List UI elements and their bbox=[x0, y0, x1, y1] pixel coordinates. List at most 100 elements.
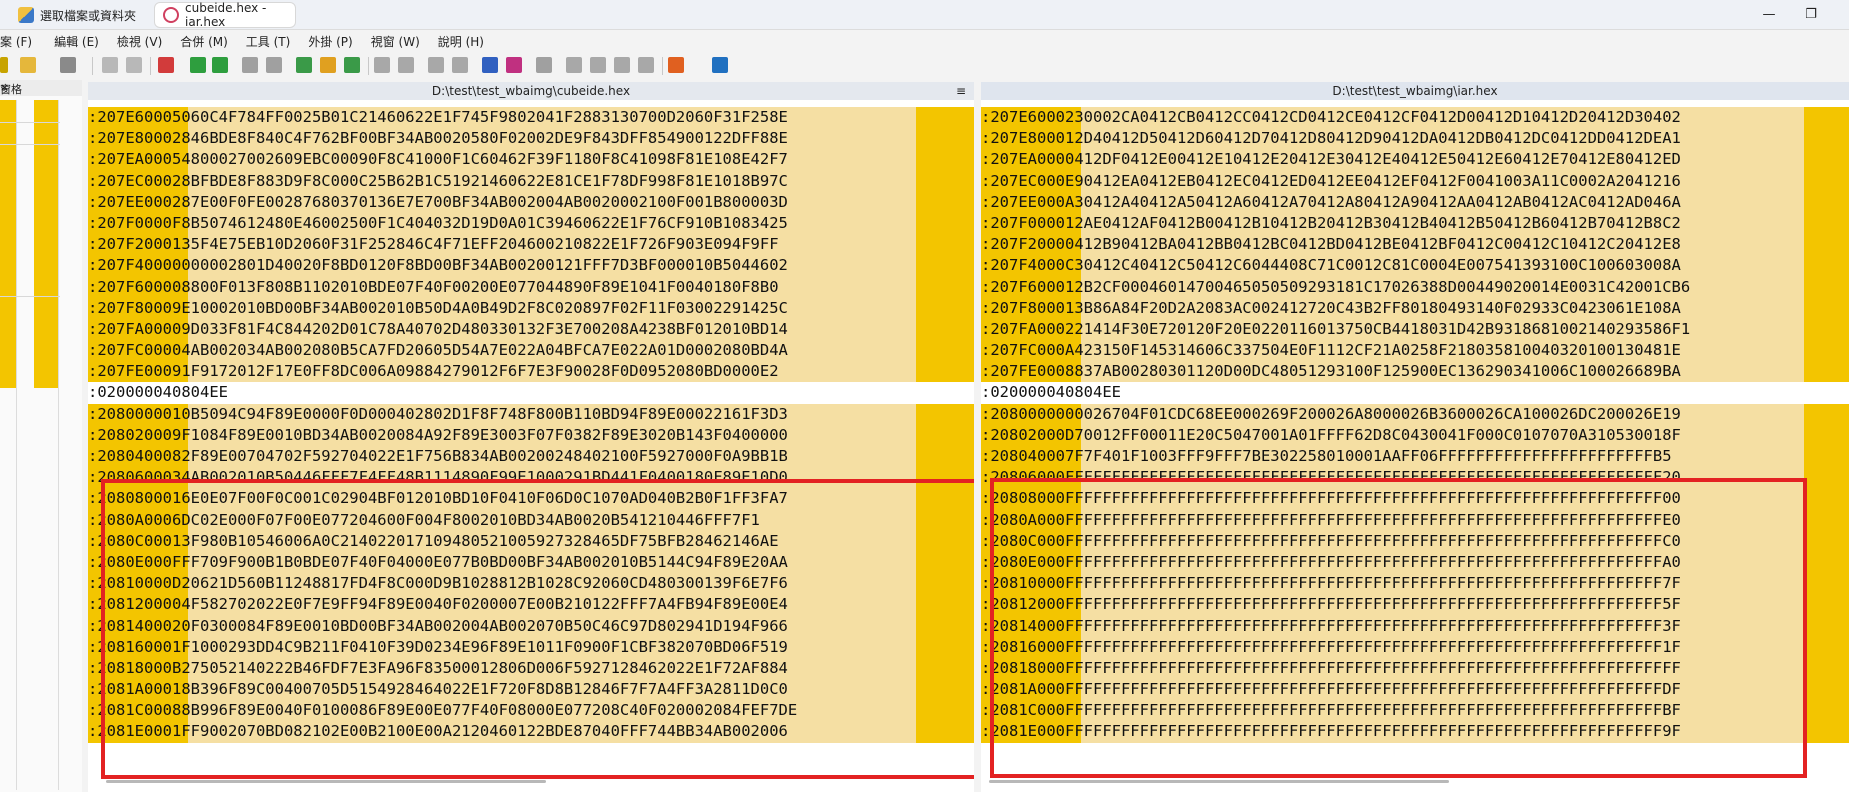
hex-row[interactable]: :208040007F7F401F1003FFF9FFF7BE302258010… bbox=[981, 446, 1849, 468]
scroll-next-icon[interactable] bbox=[614, 57, 630, 73]
next-diff-icon[interactable] bbox=[374, 57, 390, 73]
hex-row[interactable]: :2080600034AB002010B50446FFF7F4FF48B1114… bbox=[88, 467, 974, 489]
menu-tools[interactable]: 工具 (T) bbox=[246, 33, 309, 50]
left-horizontal-scrollbar[interactable] bbox=[106, 780, 546, 783]
all-merge-icon[interactable] bbox=[344, 57, 360, 73]
tab-hex-compare[interactable]: cubeide.hex - iar.hex bbox=[154, 1, 296, 29]
current-diff-icon[interactable] bbox=[482, 57, 498, 73]
redo-icon[interactable] bbox=[126, 57, 142, 73]
hex-row[interactable]: :207FC00004AB002034AB002080B5CA7FD20605D… bbox=[88, 340, 974, 362]
copy-left-icon[interactable] bbox=[242, 57, 258, 73]
hex-row[interactable]: :207FC000A423150F145314606C337504E0F1112… bbox=[981, 340, 1849, 362]
undo-icon[interactable] bbox=[102, 57, 118, 73]
hex-row[interactable]: :207F2000135F4E75EB10D2060F31F252846C4F7… bbox=[88, 234, 974, 256]
hex-row[interactable]: :2081C000FFFFFFFFFFFFFFFFFFFFFFFFFFFFFFF… bbox=[981, 700, 1849, 722]
hex-row[interactable]: :20816000FFFFFFFFFFFFFFFFFFFFFFFFFFFFFFF… bbox=[981, 636, 1849, 658]
right-hex-pane[interactable]: D:\test\test_wbaimg\iar.hex :207E6000230… bbox=[981, 82, 1849, 792]
copy-right-icon[interactable] bbox=[266, 57, 282, 73]
hex-row[interactable]: :2081200004F582702022E0F7E9FF94F89E0040F… bbox=[88, 594, 974, 616]
hex-row[interactable]: :207E80002846BDE8F840C4F762BF00BF34AB002… bbox=[88, 128, 974, 150]
menu-view[interactable]: 檢視 (V) bbox=[117, 33, 180, 50]
hex-row[interactable]: :207EA0000412DF0412E00412E10412E20412E30… bbox=[981, 149, 1849, 171]
hex-row[interactable]: :020000040804EE bbox=[981, 382, 1849, 403]
hex-row[interactable]: :2080000000026704F01CDC68EE000269F200026… bbox=[981, 403, 1849, 425]
scroll-prev-icon[interactable] bbox=[590, 57, 606, 73]
hex-row[interactable]: :2080000010B5094C94F89E0000F0D000402802D… bbox=[88, 403, 974, 425]
hex-row[interactable]: :20818000FFFFFFFFFFFFFFFFFFFFFFFFFFFFFFF… bbox=[981, 657, 1849, 680]
hex-row[interactable]: :207EA00054800027002609EBC00090F8C41000F… bbox=[88, 149, 974, 171]
hex-row[interactable]: :207F40000000002801D40020F8BD0120F8BD00B… bbox=[88, 255, 974, 277]
menu-edit[interactable]: 編輯 (E) bbox=[54, 33, 117, 50]
compare-block-icon[interactable] bbox=[536, 57, 552, 73]
hex-row[interactable]: :20808000FFFFFFFFFFFFFFFFFFFFFFFFFFFFFFF… bbox=[981, 488, 1849, 510]
hex-row[interactable]: :207FE0008837AB00280301120D00DC480512931… bbox=[981, 361, 1849, 383]
hex-row[interactable]: :20812000FFFFFFFFFFFFFFFFFFFFFFFFFFFFFFF… bbox=[981, 594, 1849, 616]
open-icon[interactable] bbox=[20, 57, 36, 73]
left-hex-pane[interactable]: D:\test\test_wbaimg\cubeide.hex ≡ :207E6… bbox=[88, 82, 974, 792]
hex-row[interactable]: :207FA00009D033F81F4C844202D01C78A40702D… bbox=[88, 318, 974, 341]
hex-row[interactable]: :207FE00091F9172012F17E0FF8DC006A0988427… bbox=[88, 361, 974, 383]
hex-row[interactable]: :2080C00013F980B10546006A0C2140220171094… bbox=[88, 530, 974, 552]
hex-row[interactable]: :20810000FFFFFFFFFFFFFFFFFFFFFFFFFFFFFFF… bbox=[981, 573, 1849, 595]
hex-row[interactable]: :2080400082F89E00704702F592704022E1F756B… bbox=[88, 446, 974, 468]
hex-row[interactable]: :20814000FFFFFFFFFFFFFFFFFFFFFFFFFFFFFFF… bbox=[981, 615, 1849, 637]
diff-marker-icon[interactable] bbox=[506, 57, 522, 73]
hex-row[interactable]: :2080C000FFFFFFFFFFFFFFFFFFFFFFFFFFFFFFF… bbox=[981, 530, 1849, 552]
hex-row[interactable]: :207EC000E90412EA0412EB0412EC0412ED0412E… bbox=[981, 170, 1849, 192]
scroll-first-icon[interactable] bbox=[566, 57, 582, 73]
minimize-button[interactable]: — bbox=[1755, 4, 1783, 26]
right-horizontal-scrollbar[interactable] bbox=[989, 780, 1449, 783]
menu-merge[interactable]: 合併 (M) bbox=[180, 33, 246, 50]
hex-row[interactable]: :207E800012D40412D50412D60412D70412D8041… bbox=[981, 128, 1849, 150]
hex-row[interactable]: :207EE000287E00F0FE00287680370136E7E700B… bbox=[88, 191, 974, 213]
hex-row[interactable]: :2080E000FFFFFFFFFFFFFFFFFFFFFFFFFFFFFFF… bbox=[981, 551, 1849, 574]
scroll-last-icon[interactable] bbox=[638, 57, 654, 73]
menu-help[interactable]: 說明 (H) bbox=[438, 33, 496, 50]
refresh-icon[interactable] bbox=[712, 57, 728, 73]
tab-select-files[interactable]: 選取檔案或資料夾 bbox=[10, 2, 152, 28]
hex-row[interactable]: :207EE000A30412A40412A50412A60412A70412A… bbox=[981, 191, 1849, 213]
pane-menu-icon[interactable]: ≡ bbox=[956, 82, 966, 100]
hex-row[interactable]: :2081A00018B396F89C00400705D515492846402… bbox=[88, 679, 974, 701]
save-icon[interactable] bbox=[60, 57, 76, 73]
first-diff-icon[interactable] bbox=[428, 57, 444, 73]
hex-row[interactable]: :207F4000C30412C40412C50412C6044408C71C0… bbox=[981, 255, 1849, 277]
close-icon[interactable]: × bbox=[0, 81, 9, 94]
new-icon[interactable] bbox=[0, 57, 8, 73]
menu-file[interactable]: 案 (F) bbox=[0, 33, 54, 50]
hex-row[interactable]: :207E6000230002CA0412CB0412CC0412CD0412C… bbox=[981, 107, 1849, 129]
hex-row[interactable]: :207F20000412B90412BA0412BB0412BC0412BD0… bbox=[981, 234, 1849, 256]
hex-row[interactable]: :2081A000FFFFFFFFFFFFFFFFFFFFFFFFFFFFFFF… bbox=[981, 679, 1849, 701]
hex-row[interactable]: :20810000D20621D560B11248817FD4F8C000D9B… bbox=[88, 573, 974, 595]
bookmark-icon[interactable] bbox=[158, 57, 174, 73]
hex-row[interactable]: :207EC00028BFBDE8F883D9F8C000C25B62B1C51… bbox=[88, 170, 974, 192]
options-icon[interactable] bbox=[668, 57, 684, 73]
hex-row[interactable]: :2080A000FFFFFFFFFFFFFFFFFFFFFFFFFFFFFFF… bbox=[981, 509, 1849, 531]
hex-row[interactable]: :020000040804EE bbox=[88, 382, 974, 403]
hex-row[interactable]: :2080800016E0E07F00F0C001C02904BF012010B… bbox=[88, 488, 974, 510]
hex-row[interactable]: :208160001F1000293DD4C9B211F0410F39D0234… bbox=[88, 636, 974, 658]
maximize-button[interactable]: ❐ bbox=[1797, 4, 1825, 26]
hex-row[interactable]: :207F80009E10002010BD00BF34AB002010B50D4… bbox=[88, 297, 974, 319]
hex-row[interactable]: :20818000B275052140222B46FDF7E3FA96F8350… bbox=[88, 657, 974, 680]
left-rows[interactable]: :207E60005060C4F784FF0025B01C21460622E1F… bbox=[88, 107, 974, 743]
hex-row[interactable]: :207F800013B86A84F20D2A2083AC002412720C4… bbox=[981, 297, 1849, 319]
right-rows[interactable]: :207E6000230002CA0412CB0412CC0412CD0412C… bbox=[981, 107, 1849, 743]
all-down-icon[interactable] bbox=[296, 57, 312, 73]
hex-row[interactable]: :207F000012AE0412AF0412B00412B10412B2041… bbox=[981, 212, 1849, 235]
hex-row[interactable]: :2081E000FFFFFFFFFFFFFFFFFFFFFFFFFFFFFFF… bbox=[981, 721, 1849, 743]
menu-window[interactable]: 視窗 (W) bbox=[371, 33, 438, 50]
hex-row[interactable]: :2081400020F0300084F89E0010BD00BF34AB002… bbox=[88, 615, 974, 637]
hex-row[interactable]: :20802000D70012FF00011E20C5047001A01FFFF… bbox=[981, 424, 1849, 446]
hex-row[interactable]: :208020009F1084F89E0010BD34AB0020084A92F… bbox=[88, 424, 974, 446]
all-up-icon[interactable] bbox=[320, 57, 336, 73]
hex-row[interactable]: :2081E0001FF9002070BD082102E00B2100E00A2… bbox=[88, 721, 974, 743]
hex-row[interactable]: :2080A0006DC02E000F07F00E077204600F004F8… bbox=[88, 509, 974, 531]
hex-row[interactable]: :207F600008800F013F808B1102010BDE07F40F0… bbox=[88, 276, 974, 298]
hex-row[interactable]: :2080E000FFF709F900B1B0BDE07F40F04000E07… bbox=[88, 551, 974, 574]
hex-row[interactable]: :207E60005060C4F784FF0025B01C21460622E1F… bbox=[88, 107, 974, 129]
hex-row[interactable]: :2081C00088B996F89E0040F0100086F89E00E07… bbox=[88, 700, 974, 722]
menu-plugins[interactable]: 外掛 (P) bbox=[308, 33, 370, 50]
merge-up-icon[interactable] bbox=[212, 57, 228, 73]
hex-row[interactable]: :207F0000F8B5074612480E46002500F1C404032… bbox=[88, 212, 974, 235]
